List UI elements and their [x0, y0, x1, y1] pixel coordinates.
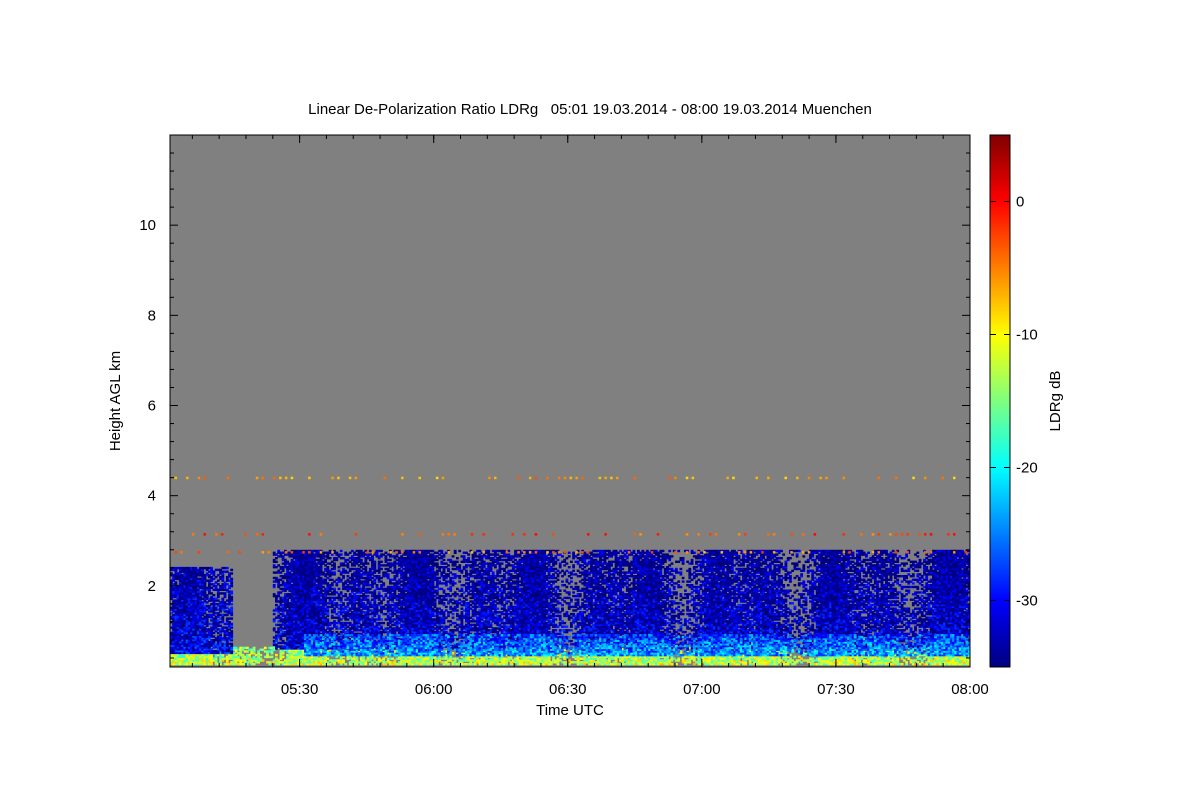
heatmap-cell: [230, 607, 233, 609]
heatmap-cell: [677, 658, 680, 660]
heatmap-cell: [273, 584, 276, 586]
heatmap-region: [170, 567, 233, 654]
heatmap-cell: [447, 663, 450, 665]
ldr-figure: Linear De-Polarization Ratio LDRg 05:01 …: [0, 0, 1200, 800]
heatmap-cell: [253, 647, 256, 649]
heatmap-cell: [230, 603, 233, 605]
heatmap-cell: [210, 567, 213, 569]
chart-title: Linear De-Polarization Ratio LDRg 05:01 …: [308, 101, 872, 118]
heatmap-cell: [794, 656, 797, 658]
heatmap-cell: [326, 566, 329, 568]
heatmap-cell: [213, 594, 216, 596]
heatmap-cell: [259, 654, 262, 656]
heatmap-cell: [221, 654, 224, 656]
heatmap-cell: [230, 590, 233, 592]
heatmap-cell: [342, 659, 345, 661]
heatmap-cell: [905, 661, 908, 663]
heatmap-cell: [326, 618, 329, 620]
heatmap-cell: [262, 659, 265, 661]
heatmap-cell: [230, 623, 233, 625]
heatmap-cell: [273, 613, 276, 615]
heatmap-cell: [282, 656, 285, 658]
heatmap-cell: [230, 643, 233, 645]
heatmap-cell: [344, 663, 347, 665]
heatmap-cell: [275, 654, 278, 656]
heatmap-cell: [226, 567, 229, 569]
heatmap-cell: [230, 572, 233, 574]
heatmap-cell: [175, 581, 178, 583]
heatmap-cell: [671, 663, 674, 665]
heatmap-cell: [271, 656, 274, 658]
heatmap-cell: [275, 561, 278, 563]
heatmap-cell: [901, 663, 904, 665]
heatmap-cell: [264, 647, 267, 649]
heatmap-cell: [230, 617, 233, 619]
heatmap-cell: [230, 596, 233, 598]
heatmap-cell: [273, 627, 276, 629]
heatmap-cell: [329, 557, 332, 559]
heatmap-cell: [230, 569, 233, 571]
heatmap-cell: [230, 630, 233, 632]
heatmap-cell: [230, 578, 233, 580]
